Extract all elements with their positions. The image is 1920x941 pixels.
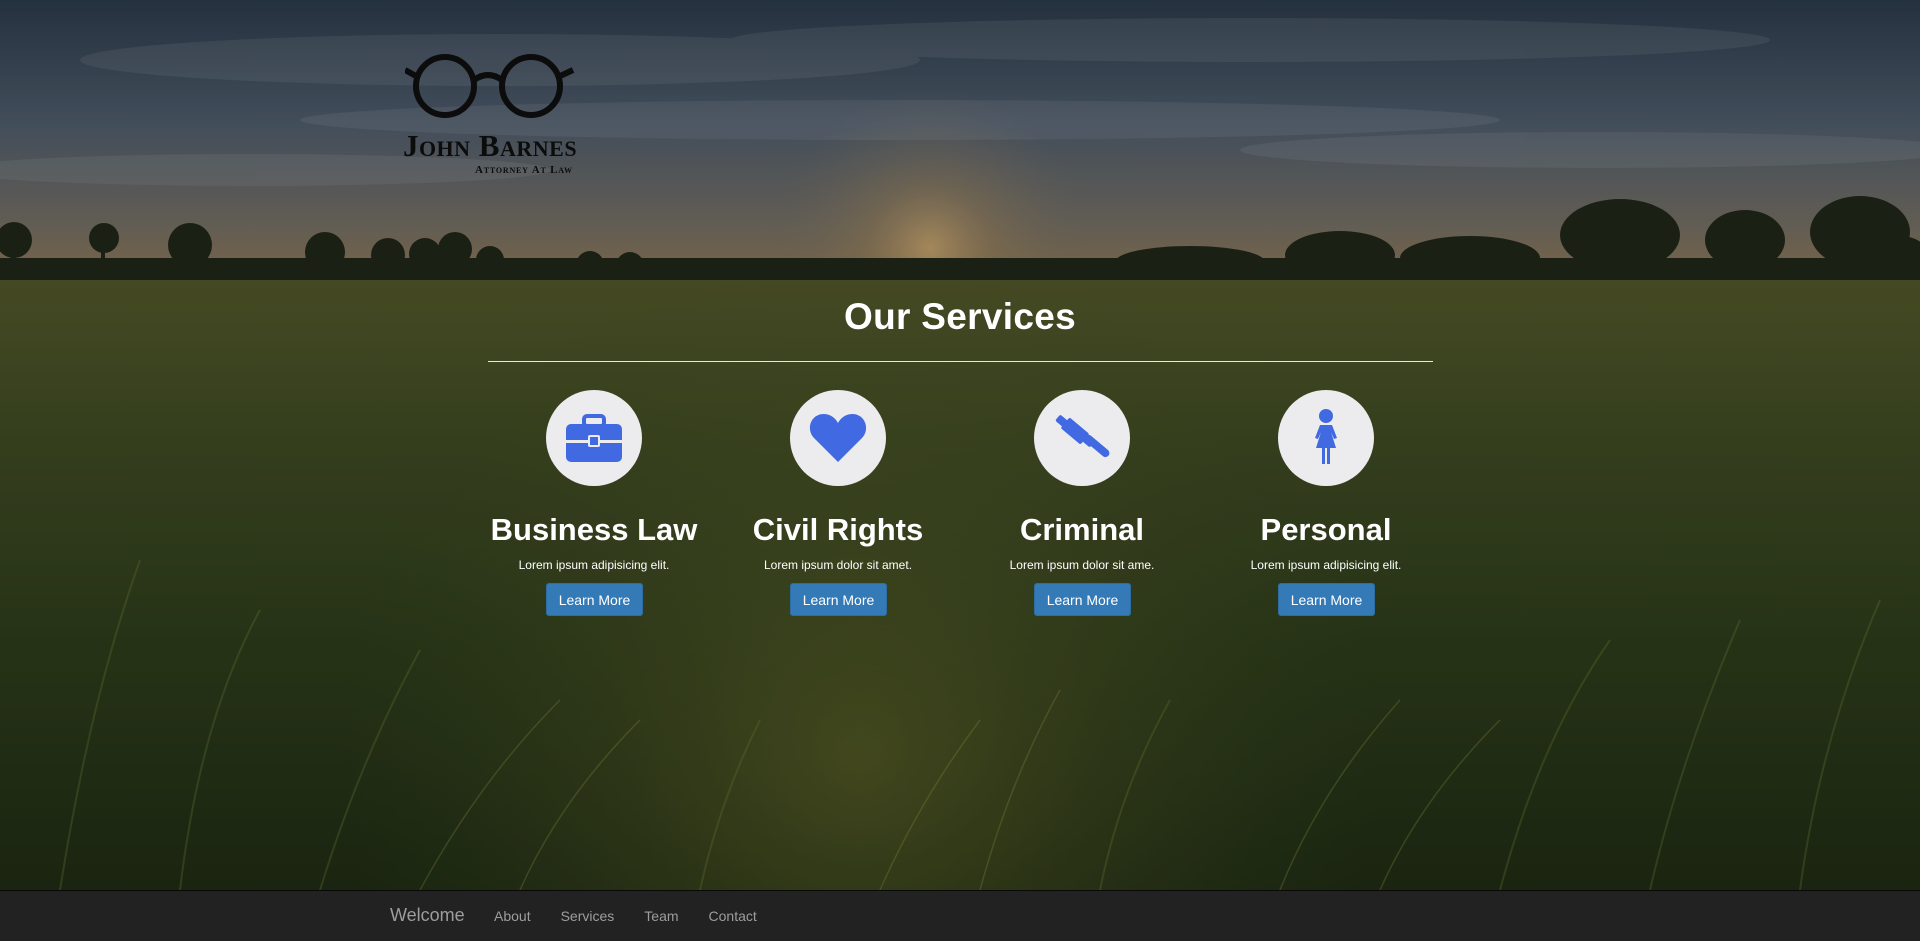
- navbar-links: About Services Team Contact: [494, 908, 787, 924]
- service-card-personal: Personal Lorem ipsum adipisicing elit. L…: [1204, 390, 1448, 620]
- service-title: Personal: [1260, 512, 1392, 547]
- site-logo[interactable]: John Barnes Attorney At Law: [395, 52, 585, 184]
- briefcase-icon: [566, 414, 622, 462]
- nav-link-team[interactable]: Team: [644, 908, 678, 924]
- nav-link-about[interactable]: About: [494, 908, 531, 924]
- service-icon-circle: [790, 390, 886, 486]
- service-title: Civil Rights: [752, 512, 924, 547]
- service-card-business-law: Business Law Lorem ipsum adipisicing eli…: [472, 390, 716, 620]
- services-divider: [488, 361, 1433, 362]
- learn-more-button[interactable]: Learn More: [1034, 583, 1131, 616]
- service-title: Criminal: [1019, 512, 1145, 547]
- heart-icon: [809, 414, 867, 462]
- service-description: Lorem ipsum dolor sit ame.: [1009, 558, 1155, 572]
- services-heading: Our Services: [844, 296, 1076, 337]
- service-card-civil-rights: Civil Rights Lorem ipsum dolor sit amet.…: [716, 390, 960, 620]
- learn-more-button[interactable]: Learn More: [1278, 583, 1375, 616]
- learn-more-button[interactable]: Learn More: [790, 583, 887, 616]
- bottom-navbar: Welcome About Services Team Contact: [0, 890, 1920, 941]
- service-description: Lorem ipsum adipisicing elit.: [518, 558, 670, 572]
- nav-link-services[interactable]: Services: [561, 908, 615, 924]
- service-title: Business Law: [490, 512, 698, 547]
- logo-name: John Barnes: [402, 128, 578, 163]
- gavel-icon: [1055, 415, 1110, 458]
- service-description: Lorem ipsum adipisicing elit.: [1250, 558, 1402, 572]
- service-description: Lorem ipsum dolor sit amet.: [763, 558, 913, 572]
- nav-link-contact[interactable]: Contact: [709, 908, 757, 924]
- service-icon-circle: [546, 390, 642, 486]
- glasses-icon: [405, 54, 575, 118]
- logo-subtitle: Attorney At Law: [475, 164, 573, 176]
- service-icon-circle: [1278, 390, 1374, 486]
- learn-more-button[interactable]: Learn More: [546, 583, 643, 616]
- service-icon-circle: [1034, 390, 1130, 486]
- navbar-brand[interactable]: Welcome: [390, 905, 465, 926]
- service-card-criminal: Criminal Lorem ipsum dolor sit ame. Lear…: [960, 390, 1204, 620]
- female-icon: [1315, 409, 1337, 464]
